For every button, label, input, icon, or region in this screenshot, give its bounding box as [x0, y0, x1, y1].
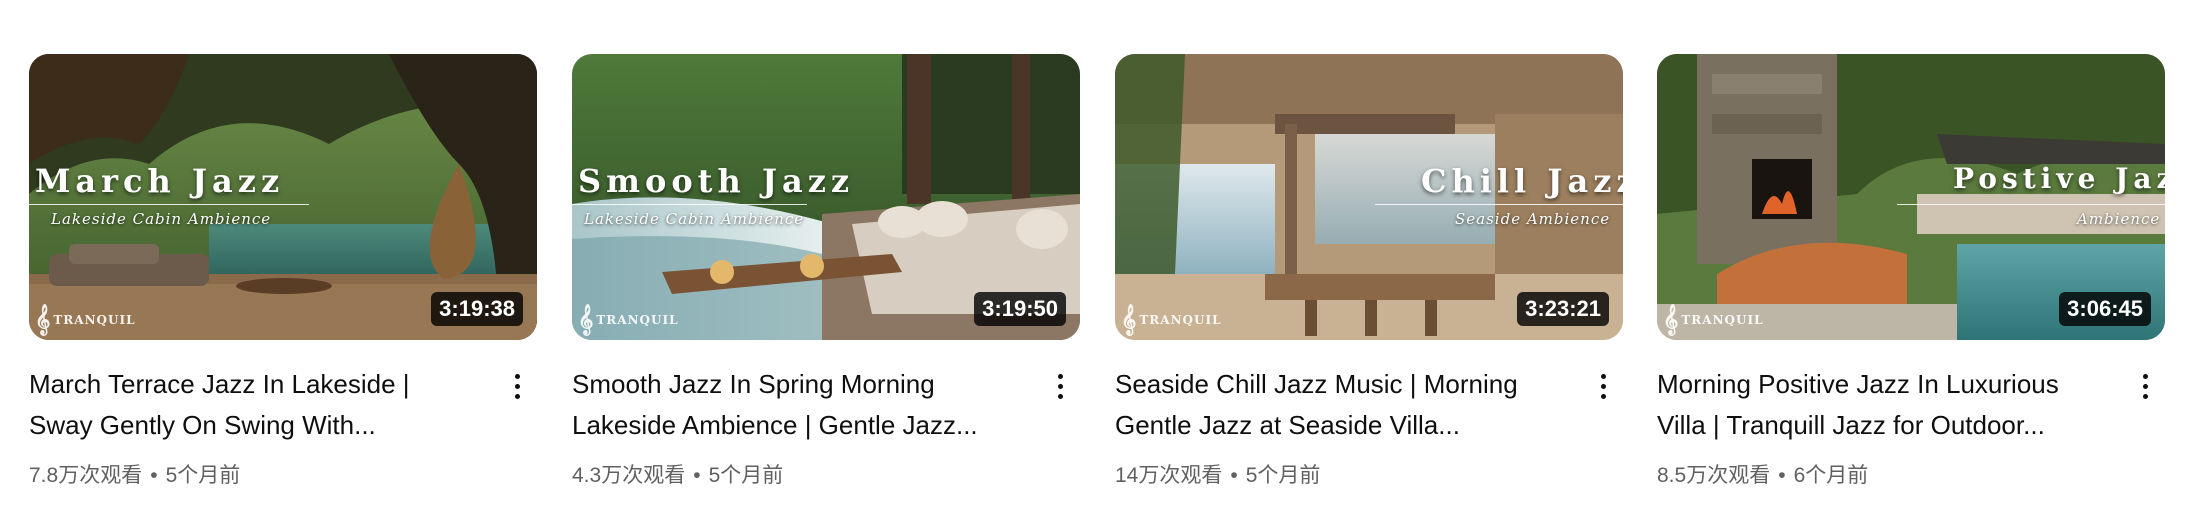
channel-logo-mark: 𝄞 TRANQUIL [1121, 305, 1222, 336]
thumbnail-overlay-title: March Jazz [35, 162, 285, 200]
duration-badge: 3:19:50 [974, 292, 1066, 326]
video-title-line-1: Smooth Jazz In Spring Morning [572, 369, 935, 399]
separator: • [1230, 464, 1238, 487]
more-vertical-icon[interactable] [497, 366, 537, 406]
upload-age: 6个月前 [1793, 464, 1869, 487]
separator: • [693, 464, 701, 487]
video-title-line-2: Sway Gently On Swing With... [29, 410, 376, 440]
thumbnail-divider [29, 204, 309, 205]
channel-logo-mark: 𝄞 TRANQUIL [578, 305, 679, 336]
thumbnail-overlay-subtitle: Seaside Ambience [1455, 210, 1611, 228]
video-thumbnail[interactable]: Chill Jazz Seaside Ambience 𝄞 TRANQUIL 3:… [1115, 54, 1623, 340]
video-card-1[interactable]: March Jazz Lakeside Cabin Ambience 𝄞 TRAN… [29, 54, 537, 504]
view-count: 8.5万次观看 [1657, 464, 1771, 487]
logo-text: TRANQUIL [1139, 313, 1222, 327]
upload-age: 5个月前 [165, 464, 241, 487]
thumbnail-overlay-subtitle: Ambience [2077, 210, 2161, 228]
video-thumbnail[interactable]: Postive Jazz Ambience 𝄞TRANQUIL 3:06:45 [1657, 54, 2165, 340]
video-title[interactable]: Smooth Jazz In Spring Morning Lakeside A… [572, 364, 1002, 446]
video-thumbnail[interactable]: March Jazz Lakeside Cabin Ambience 𝄞 TRAN… [29, 54, 537, 340]
treble-clef-icon: 𝄞 [578, 305, 595, 335]
separator: • [1778, 464, 1786, 487]
video-stats: 7.8万次观看 • 5个月前 [29, 459, 537, 489]
channel-logo-mark: 𝄞 TRANQUIL [35, 305, 136, 336]
video-title[interactable]: March Terrace Jazz In Lakeside | Sway Ge… [29, 364, 459, 446]
more-vertical-icon[interactable] [1040, 366, 1080, 406]
treble-clef-icon: 𝄞 [1121, 305, 1138, 335]
channel-logo-mark: 𝄞 TRANQUIL [1663, 305, 1764, 336]
video-card-4[interactable]: Postive Jazz Ambience 𝄞TRANQUIL 3:06:45 … [1657, 54, 2165, 504]
treble-clef-icon: 𝄞 [35, 305, 52, 335]
upload-age: 5个月前 [1245, 464, 1321, 487]
thumbnail-divider [572, 204, 807, 205]
more-vertical-icon[interactable] [1583, 366, 1623, 406]
duration-badge: 3:19:38 [431, 292, 523, 326]
duration-badge: 3:23:21 [1517, 292, 1609, 326]
logo-text: TRANQUIL [53, 313, 136, 327]
more-vertical-icon[interactable] [2125, 366, 2165, 406]
video-title-line-2: Lakeside Ambience | Gentle Jazz... [572, 410, 978, 440]
logo-text: TRANQUIL [1681, 313, 1764, 327]
video-title-line-2: Gentle Jazz at Seaside Villa... [1115, 410, 1460, 440]
video-stats: 8.5万次观看 • 6个月前 [1657, 459, 2165, 489]
treble-clef-icon: 𝄞 [1663, 305, 1680, 335]
thumbnail-overlay-title: Smooth Jazz [578, 162, 855, 200]
video-title-line-2: Villa | Tranquill Jazz for Outdoor... [1657, 410, 2045, 440]
view-count: 7.8万次观看 [29, 464, 143, 487]
thumbnail-divider [1897, 204, 2165, 205]
logo-text: TRANQUIL [596, 313, 679, 327]
thumbnail-overlay-subtitle: Lakeside Cabin Ambience [584, 210, 805, 228]
video-title-line-1: Seaside Chill Jazz Music | Morning [1115, 369, 1518, 399]
video-title-line-1: March Terrace Jazz In Lakeside | [29, 369, 410, 399]
video-card-3[interactable]: Chill Jazz Seaside Ambience 𝄞 TRANQUIL 3:… [1115, 54, 1623, 504]
thumbnail-overlay-subtitle: Lakeside Cabin Ambience [51, 210, 272, 228]
upload-age: 5个月前 [708, 464, 784, 487]
thumbnail-overlay-title: Chill Jazz [1421, 162, 1623, 200]
video-title[interactable]: Seaside Chill Jazz Music | Morning Gentl… [1115, 364, 1545, 446]
video-stats: 14万次观看 • 5个月前 [1115, 459, 1623, 489]
video-stats: 4.3万次观看 • 5个月前 [572, 459, 1080, 489]
view-count: 4.3万次观看 [572, 464, 686, 487]
video-thumbnail[interactable]: Smooth Jazz Lakeside Cabin Ambience 𝄞 TRA… [572, 54, 1080, 340]
video-title[interactable]: Morning Positive Jazz In Luxurious Villa… [1657, 364, 2087, 446]
view-count: 14万次观看 [1115, 464, 1223, 487]
thumbnail-overlay-title: Postive Jazz [1953, 162, 2165, 195]
video-title-line-1: Morning Positive Jazz In Luxurious [1657, 369, 2059, 399]
video-card-2[interactable]: Smooth Jazz Lakeside Cabin Ambience 𝄞 TRA… [572, 54, 1080, 504]
separator: • [150, 464, 158, 487]
thumbnail-divider [1375, 204, 1623, 205]
duration-badge: 3:06:45 [2059, 292, 2151, 326]
